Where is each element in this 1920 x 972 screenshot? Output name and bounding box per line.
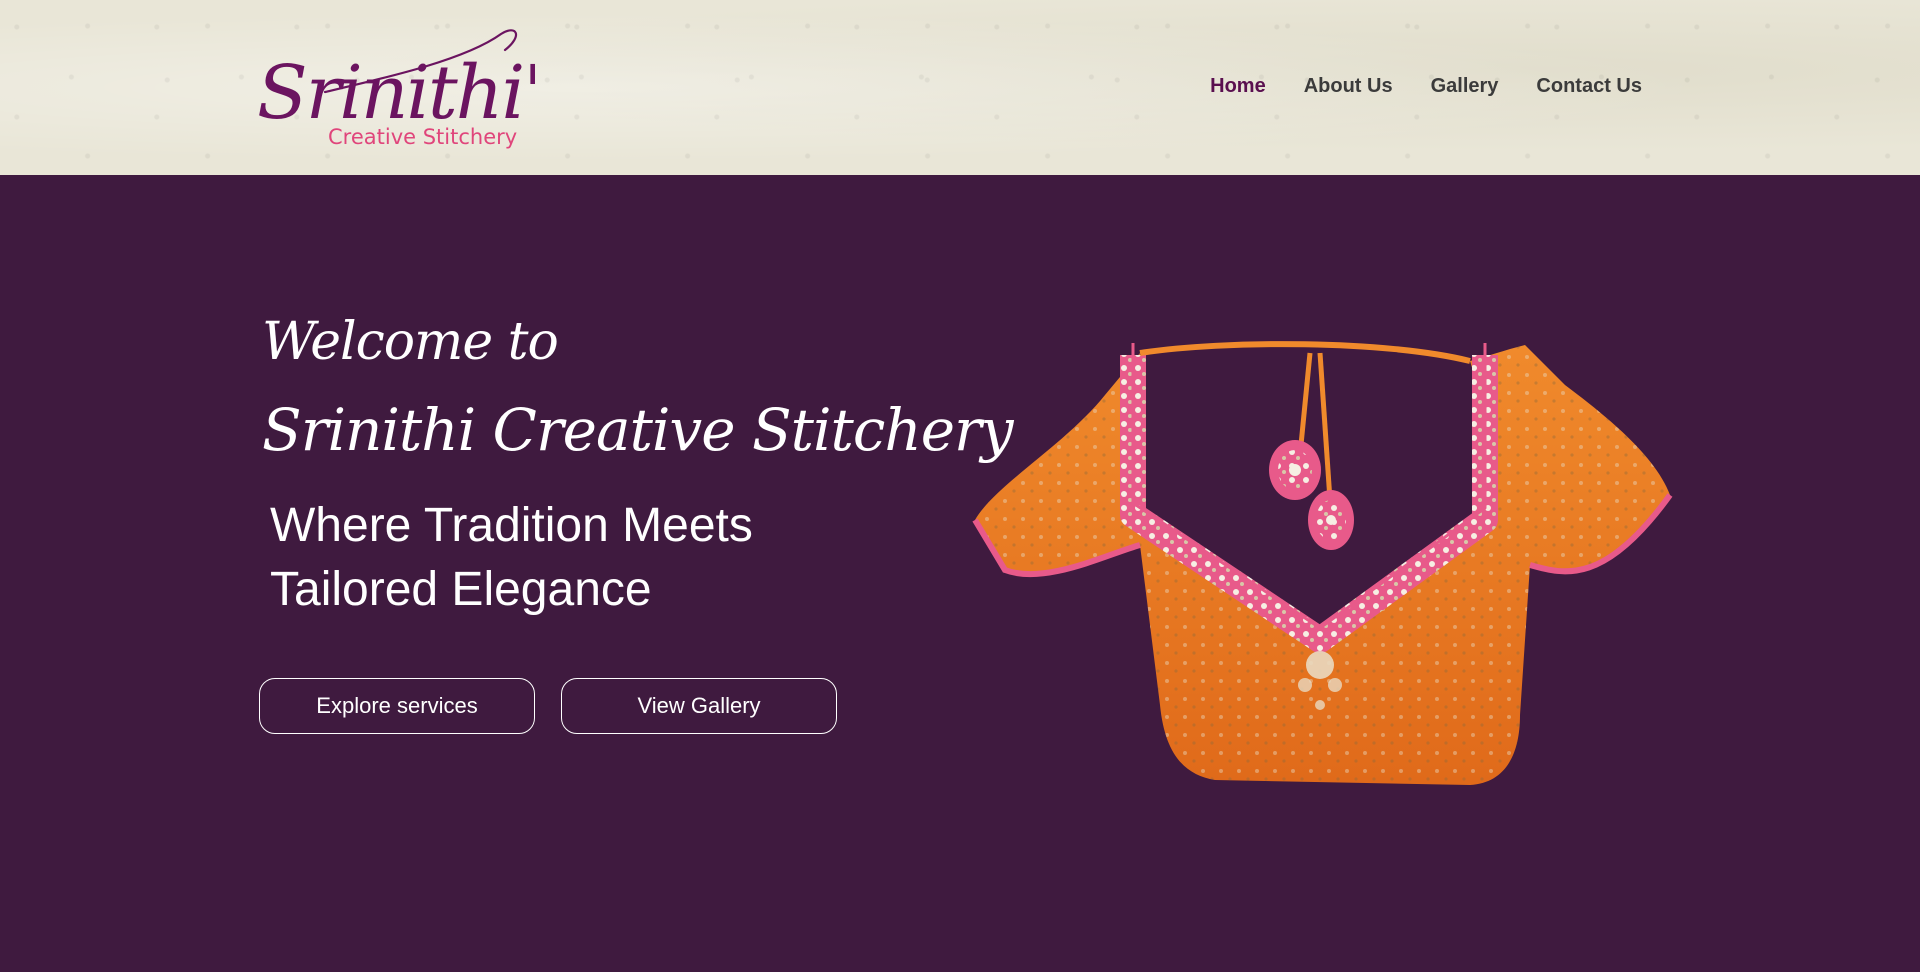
hero-cta-row: Explore services View Gallery [259,678,837,734]
tagline-line-2: Tailored Elegance [270,563,652,616]
nav-home[interactable]: Home [1210,75,1266,98]
nav-about-us[interactable]: About Us [1304,75,1393,98]
nav-contact-us[interactable]: Contact Us [1536,75,1642,98]
view-gallery-button[interactable]: View Gallery [561,678,837,734]
blouse-image [965,335,1675,815]
logo-sub-text: Creative Stitchery [328,125,517,149]
explore-services-button[interactable]: Explore services [259,678,535,734]
hero-welcome: Welcome to [262,312,559,372]
hero-text: Welcome to Srinithi Creative Stitchery W… [262,300,1014,622]
brand-logo[interactable]: Srinithi's Creative Stitchery [255,20,535,155]
logo-graphic: Srinithi's Creative Stitchery [257,29,535,149]
nav-gallery[interactable]: Gallery [1431,75,1499,98]
site-header: Srinithi's Creative Stitchery Home About… [0,0,1920,175]
logo-main-text: Srinithi's [257,50,535,136]
page: Srinithi's Creative Stitchery Home About… [0,0,1920,972]
tagline-line-1: Where Tradition Meets [270,499,753,552]
main-nav: Home About Us Gallery Contact Us [1210,75,1642,98]
hero-brand-name: Srinithi Creative Stitchery [262,396,1014,464]
hero-tagline: Where Tradition Meets Tailored Elegance [270,494,862,622]
